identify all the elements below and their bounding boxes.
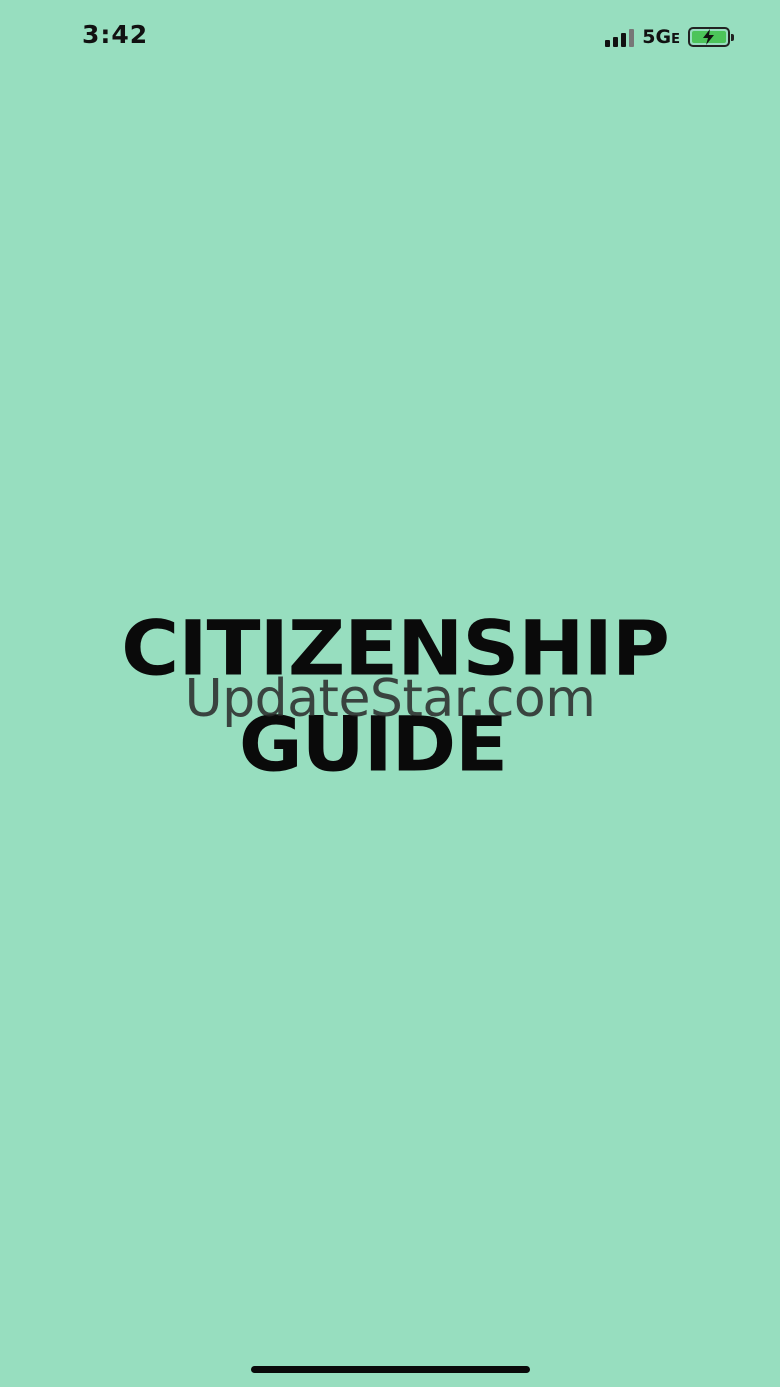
charging-bolt-icon xyxy=(703,29,714,45)
splash-screen: 3:42 5GE CITIZENSHIP GUIDE UpdateStar.co… xyxy=(0,0,780,1387)
network-type: 5G xyxy=(642,26,672,48)
watermark-text: UpdateStar.com xyxy=(184,669,596,729)
status-time: 3:42 xyxy=(82,20,149,49)
home-indicator[interactable] xyxy=(251,1366,530,1373)
battery-charging-icon xyxy=(688,27,734,47)
network-type-label: 5GE xyxy=(642,26,680,48)
status-indicators: 5GE xyxy=(605,24,734,50)
status-bar: 3:42 5GE xyxy=(0,0,780,72)
network-suffix: E xyxy=(671,32,680,47)
cellular-signal-icon xyxy=(605,27,635,47)
